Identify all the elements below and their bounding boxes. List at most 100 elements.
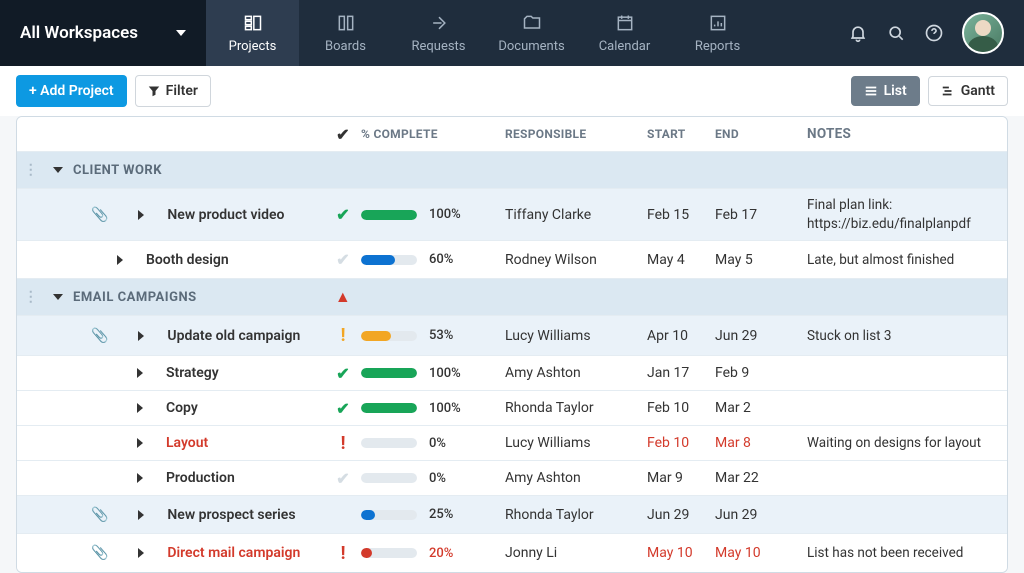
attachment-icon[interactable]: 📎: [91, 545, 108, 561]
end-date: May 5: [715, 252, 807, 268]
bell-icon[interactable]: [848, 23, 868, 43]
requests-icon: [429, 13, 449, 33]
col-complete[interactable]: % COMPLETE: [361, 127, 505, 141]
toolbar: + Add Project Filter List Gantt: [0, 66, 1024, 116]
table-header: ✔ % COMPLETE RESPONSIBLE START END NOTES: [17, 117, 1007, 152]
expand-icon[interactable]: [138, 331, 144, 341]
attachment-icon[interactable]: 📎: [91, 507, 108, 523]
gantt-icon: [941, 84, 955, 98]
progress-pct: 100%: [429, 366, 461, 381]
row-name: Update old campaign: [167, 328, 300, 344]
progress-pct: 100%: [429, 207, 461, 222]
start-date: Jun 29: [647, 507, 715, 523]
row-name: Direct mail campaign: [167, 545, 300, 561]
end-date: Mar 2: [715, 400, 807, 416]
status-done-icon: ✔: [336, 205, 349, 224]
start-date: Feb 15: [647, 207, 715, 223]
expand-icon[interactable]: [138, 510, 144, 520]
tab-projects[interactable]: Projects: [206, 0, 299, 66]
project-row[interactable]: 📎 Direct mail campaign ! 20% Jonny Li Ma…: [17, 534, 1007, 572]
progress-pct: 20%: [429, 546, 453, 561]
expand-icon[interactable]: [138, 548, 144, 558]
end-date: Jun 29: [715, 328, 807, 344]
drag-handle-icon[interactable]: ⋮: [24, 289, 39, 305]
view-list-button[interactable]: List: [851, 76, 920, 106]
progress-pct: 100%: [429, 401, 461, 416]
tab-label: Documents: [498, 39, 564, 54]
expand-icon[interactable]: [117, 255, 123, 265]
progress-bar: [361, 368, 417, 378]
nav-tabs: Projects Boards Requests Documents Calen…: [206, 0, 764, 66]
task-row[interactable]: Copy ✔ 100% Rhonda Taylor Feb 10 Mar 2: [17, 391, 1007, 426]
tab-label: Boards: [325, 39, 366, 54]
workspace-selector[interactable]: All Workspaces: [0, 0, 206, 66]
responsible: Lucy Williams: [505, 328, 647, 344]
tab-label: Projects: [229, 39, 277, 54]
row-name: Booth design: [146, 252, 229, 268]
calendar-icon: [615, 13, 635, 33]
task-row[interactable]: Production ✔ 0% Amy Ashton Mar 9 Mar 22: [17, 461, 1007, 496]
progress-pct: 53%: [429, 328, 453, 343]
progress-pct: 60%: [429, 252, 453, 267]
status-alert-icon: !: [341, 543, 346, 564]
row-name: Production: [166, 470, 235, 486]
tab-documents[interactable]: Documents: [485, 0, 578, 66]
tab-reports[interactable]: Reports: [671, 0, 764, 66]
start-date: May 4: [647, 252, 715, 268]
col-end[interactable]: END: [715, 127, 807, 141]
task-row[interactable]: Strategy ✔ 100% Amy Ashton Jan 17 Feb 9: [17, 356, 1007, 391]
project-row[interactable]: 📎 New product video ✔ 100% Tiffany Clark…: [17, 189, 1007, 241]
row-name: New product video: [167, 207, 284, 223]
expand-icon[interactable]: [137, 473, 143, 483]
group-row[interactable]: ⋮ EMAIL CAMPAIGNS ▲: [17, 279, 1007, 316]
filter-button[interactable]: Filter: [135, 75, 211, 107]
filter-label: Filter: [166, 83, 198, 99]
tab-calendar[interactable]: Calendar: [578, 0, 671, 66]
avatar[interactable]: [962, 12, 1004, 54]
row-name: Strategy: [166, 365, 219, 381]
tab-requests[interactable]: Requests: [392, 0, 485, 66]
end-date: Jun 29: [715, 507, 807, 523]
help-icon[interactable]: [924, 23, 944, 43]
responsible: Rhonda Taylor: [505, 507, 647, 523]
header-actions: [848, 0, 1024, 66]
projects-table: ✔ % COMPLETE RESPONSIBLE START END NOTES…: [16, 116, 1008, 573]
drag-handle-icon[interactable]: ⋮: [24, 162, 39, 178]
col-responsible[interactable]: RESPONSIBLE: [505, 127, 647, 141]
top-nav: All Workspaces Projects Boards Requests …: [0, 0, 1024, 66]
progress-bar: [361, 548, 417, 558]
group-name: EMAIL CAMPAIGNS: [73, 290, 197, 305]
expand-icon[interactable]: [137, 368, 143, 378]
project-row[interactable]: Booth design ✔ 60% Rodney Wilson May 4 M…: [17, 241, 1007, 279]
view-gantt-button[interactable]: Gantt: [928, 76, 1008, 106]
workspace-label: All Workspaces: [20, 23, 138, 43]
task-row[interactable]: Layout ! 0% Lucy Williams Feb 10 Mar 8 W…: [17, 426, 1007, 461]
warning-icon: ▲: [335, 287, 351, 307]
group-row[interactable]: ⋮ CLIENT WORK: [17, 152, 1007, 189]
boards-icon: [336, 13, 356, 33]
attachment-icon[interactable]: 📎: [91, 207, 108, 223]
start-date: Jan 17: [647, 365, 715, 381]
expand-icon[interactable]: [138, 210, 144, 220]
expand-icon[interactable]: [137, 438, 143, 448]
project-row[interactable]: 📎 New prospect series 25% Rhonda Taylor …: [17, 496, 1007, 534]
search-icon[interactable]: [886, 23, 906, 43]
col-notes[interactable]: NOTES: [807, 126, 1007, 142]
notes: Late, but almost finished: [807, 252, 1007, 268]
collapse-icon[interactable]: [53, 167, 63, 173]
expand-icon[interactable]: [137, 403, 143, 413]
status-done-icon: ✔: [336, 364, 349, 383]
project-row[interactable]: 📎 Update old campaign ! 53% Lucy William…: [17, 316, 1007, 356]
add-project-button[interactable]: + Add Project: [16, 75, 127, 107]
responsible: Rodney Wilson: [505, 252, 647, 268]
attachment-icon[interactable]: 📎: [91, 328, 108, 344]
start-date: May 10: [647, 545, 715, 561]
col-start[interactable]: START: [647, 127, 715, 141]
tab-boards[interactable]: Boards: [299, 0, 392, 66]
notes: Final plan link: https://biz.edu/finalpl…: [807, 196, 1007, 232]
start-date: Apr 10: [647, 328, 715, 344]
collapse-icon[interactable]: [53, 294, 63, 300]
progress-pct: 25%: [429, 507, 453, 522]
status-warning-icon: !: [341, 325, 346, 346]
notes: Waiting on designs for layout: [807, 435, 1007, 451]
